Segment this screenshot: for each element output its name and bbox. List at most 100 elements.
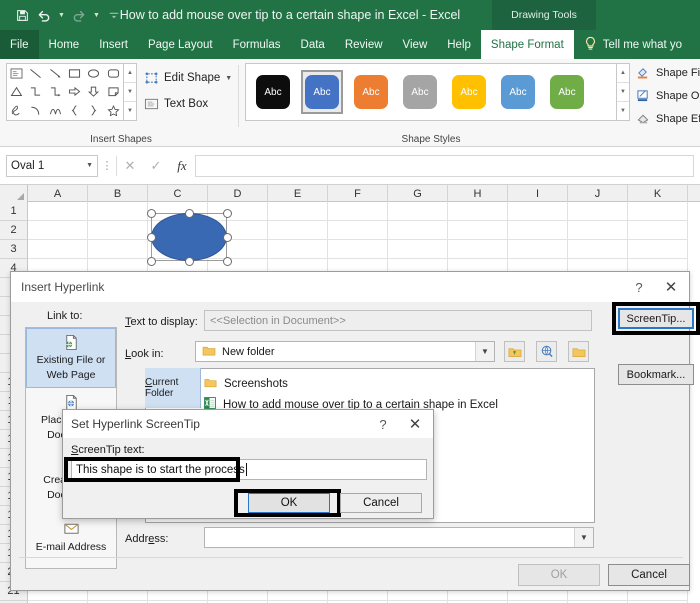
oval-shape[interactable] bbox=[151, 213, 227, 261]
cell-J3[interactable] bbox=[568, 240, 628, 259]
resize-handle-top-right[interactable] bbox=[223, 209, 232, 218]
curve-shape-icon[interactable] bbox=[46, 101, 65, 120]
screentip-help-icon[interactable]: ? bbox=[369, 417, 397, 432]
formula-bar-menu-icon[interactable]: ⋮ bbox=[98, 159, 116, 172]
text-to-display-input[interactable]: <<Selection in Document>> bbox=[204, 310, 592, 331]
undo-dropdown-icon[interactable]: ▼ bbox=[56, 12, 67, 19]
screentip-close-icon[interactable]: ✕ bbox=[397, 415, 433, 433]
row-header-1[interactable]: 1 bbox=[0, 202, 28, 221]
redo-icon[interactable] bbox=[69, 5, 89, 25]
cell-K2[interactable] bbox=[628, 221, 688, 240]
shapes-scroll-up-icon[interactable]: ▲ bbox=[124, 64, 136, 83]
cell-E1[interactable] bbox=[268, 202, 328, 221]
folded-corner-shape-icon[interactable] bbox=[104, 83, 123, 102]
down-arrow-shape-icon[interactable] bbox=[84, 83, 103, 102]
cell-B3[interactable] bbox=[88, 240, 148, 259]
textbox-shape-icon[interactable] bbox=[7, 64, 26, 83]
cell-G2[interactable] bbox=[388, 221, 448, 240]
look-in-combobox[interactable]: New folder ▼ bbox=[195, 341, 495, 362]
insert-function-icon[interactable]: fx bbox=[169, 158, 195, 174]
resize-handle-bottom-center[interactable] bbox=[185, 257, 194, 266]
elbow-arrow-connector-shape-icon[interactable] bbox=[46, 83, 65, 102]
shape-styles-scrollbar[interactable]: ▲ ▼ ▼ bbox=[617, 63, 630, 121]
cell-J1[interactable] bbox=[568, 202, 628, 221]
hyperlink-cancel-button[interactable]: Cancel bbox=[608, 564, 690, 586]
column-header-b[interactable]: B bbox=[88, 185, 148, 202]
column-header-d[interactable]: D bbox=[208, 185, 268, 202]
resize-handle-bottom-left[interactable] bbox=[147, 257, 156, 266]
undo-icon[interactable] bbox=[34, 5, 54, 25]
shape-effects-button[interactable]: Shape Ef bbox=[636, 112, 700, 126]
select-all-corner[interactable] bbox=[0, 185, 28, 202]
row-header-3[interactable]: 3 bbox=[0, 240, 28, 259]
shape-fill-button[interactable]: Shape Fi bbox=[636, 66, 700, 80]
resize-handle-top-center[interactable] bbox=[185, 209, 194, 218]
cell-A2[interactable] bbox=[28, 221, 88, 240]
cell-J2[interactable] bbox=[568, 221, 628, 240]
column-header-g[interactable]: G bbox=[388, 185, 448, 202]
cell-F3[interactable] bbox=[328, 240, 388, 259]
cell-I2[interactable] bbox=[508, 221, 568, 240]
current-folder-tab[interactable]: Current Folder bbox=[145, 368, 201, 408]
line-shape-icon[interactable] bbox=[26, 64, 45, 83]
shape-style-gray[interactable]: Abc bbox=[399, 70, 441, 114]
resize-handle-middle-left[interactable] bbox=[147, 233, 156, 242]
screentip-ok-button[interactable]: OK bbox=[248, 493, 330, 513]
cell-G3[interactable] bbox=[388, 240, 448, 259]
text-box-button[interactable]: Text Box bbox=[144, 97, 208, 111]
save-icon[interactable] bbox=[12, 5, 32, 25]
cell-K3[interactable] bbox=[628, 240, 688, 259]
shape-outline-button[interactable]: Shape O bbox=[636, 89, 699, 103]
shape-styles-gallery[interactable]: Abc Abc Abc Abc Abc Abc Abc bbox=[245, 63, 617, 121]
rectangle-shape-icon[interactable] bbox=[65, 64, 84, 83]
right-arrow-shape-icon[interactable] bbox=[65, 83, 84, 102]
screentip-cancel-button[interactable]: Cancel bbox=[340, 493, 422, 513]
column-header-e[interactable]: E bbox=[268, 185, 328, 202]
screentip-button[interactable]: ScreenTip... bbox=[618, 308, 694, 329]
customize-qat-icon[interactable] bbox=[104, 5, 124, 25]
column-header-f[interactable]: F bbox=[328, 185, 388, 202]
shape-oval-1[interactable] bbox=[147, 209, 232, 266]
rounded-rectangle-shape-icon[interactable] bbox=[104, 64, 123, 83]
tab-page-layout[interactable]: Page Layout bbox=[138, 30, 223, 59]
arc-shape-icon[interactable] bbox=[26, 101, 45, 120]
browse-the-web-button[interactable] bbox=[536, 341, 557, 362]
cell-F1[interactable] bbox=[328, 202, 388, 221]
link-to-existing-file-or-web-page[interactable]: Existing File or Web Page bbox=[26, 328, 116, 388]
redo-dropdown-icon[interactable]: ▼ bbox=[91, 12, 102, 19]
shapes-scroll-down-icon[interactable]: ▼ bbox=[124, 83, 136, 102]
left-brace-shape-icon[interactable] bbox=[65, 101, 84, 120]
cancel-entry-icon[interactable]: ✕ bbox=[117, 158, 143, 174]
cell-A1[interactable] bbox=[28, 202, 88, 221]
hyperlink-help-icon[interactable]: ? bbox=[625, 280, 653, 295]
shape-style-gold[interactable]: Abc bbox=[448, 70, 490, 114]
shape-style-green[interactable]: Abc bbox=[546, 70, 588, 114]
cell-G1[interactable] bbox=[388, 202, 448, 221]
cell-E3[interactable] bbox=[268, 240, 328, 259]
browse-for-file-button[interactable] bbox=[568, 341, 589, 362]
address-chevron-down-icon[interactable]: ▼ bbox=[574, 528, 593, 547]
oval-shape-icon[interactable] bbox=[84, 64, 103, 83]
arrow-line-shape-icon[interactable] bbox=[46, 64, 65, 83]
triangle-shape-icon[interactable] bbox=[7, 83, 26, 102]
tab-formulas[interactable]: Formulas bbox=[223, 30, 291, 59]
insert-shapes-scrollbar[interactable]: ▲ ▼ ▼ bbox=[124, 63, 137, 121]
tab-data[interactable]: Data bbox=[291, 30, 335, 59]
column-header-a[interactable]: A bbox=[28, 185, 88, 202]
shape-style-orange[interactable]: Abc bbox=[350, 70, 392, 114]
tab-review[interactable]: Review bbox=[335, 30, 393, 59]
look-in-chevron-down-icon[interactable]: ▼ bbox=[475, 342, 494, 361]
resize-handle-bottom-right[interactable] bbox=[223, 257, 232, 266]
row-header-2[interactable]: 2 bbox=[0, 221, 28, 240]
name-box-chevron-down-icon[interactable]: ▼ bbox=[86, 162, 93, 169]
quick-access-toolbar[interactable]: ▼ ▼ bbox=[0, 5, 124, 25]
column-header-c[interactable]: C bbox=[148, 185, 208, 202]
formula-input[interactable] bbox=[195, 154, 694, 177]
scribble-shape-icon[interactable] bbox=[7, 101, 26, 120]
tell-me-search[interactable]: Tell me what yo bbox=[574, 30, 682, 59]
tab-home[interactable]: Home bbox=[39, 30, 90, 59]
hyperlink-ok-button[interactable]: OK bbox=[518, 564, 600, 586]
cell-I1[interactable] bbox=[508, 202, 568, 221]
styles-scroll-down-icon[interactable]: ▼ bbox=[617, 83, 629, 102]
cell-E2[interactable] bbox=[268, 221, 328, 240]
